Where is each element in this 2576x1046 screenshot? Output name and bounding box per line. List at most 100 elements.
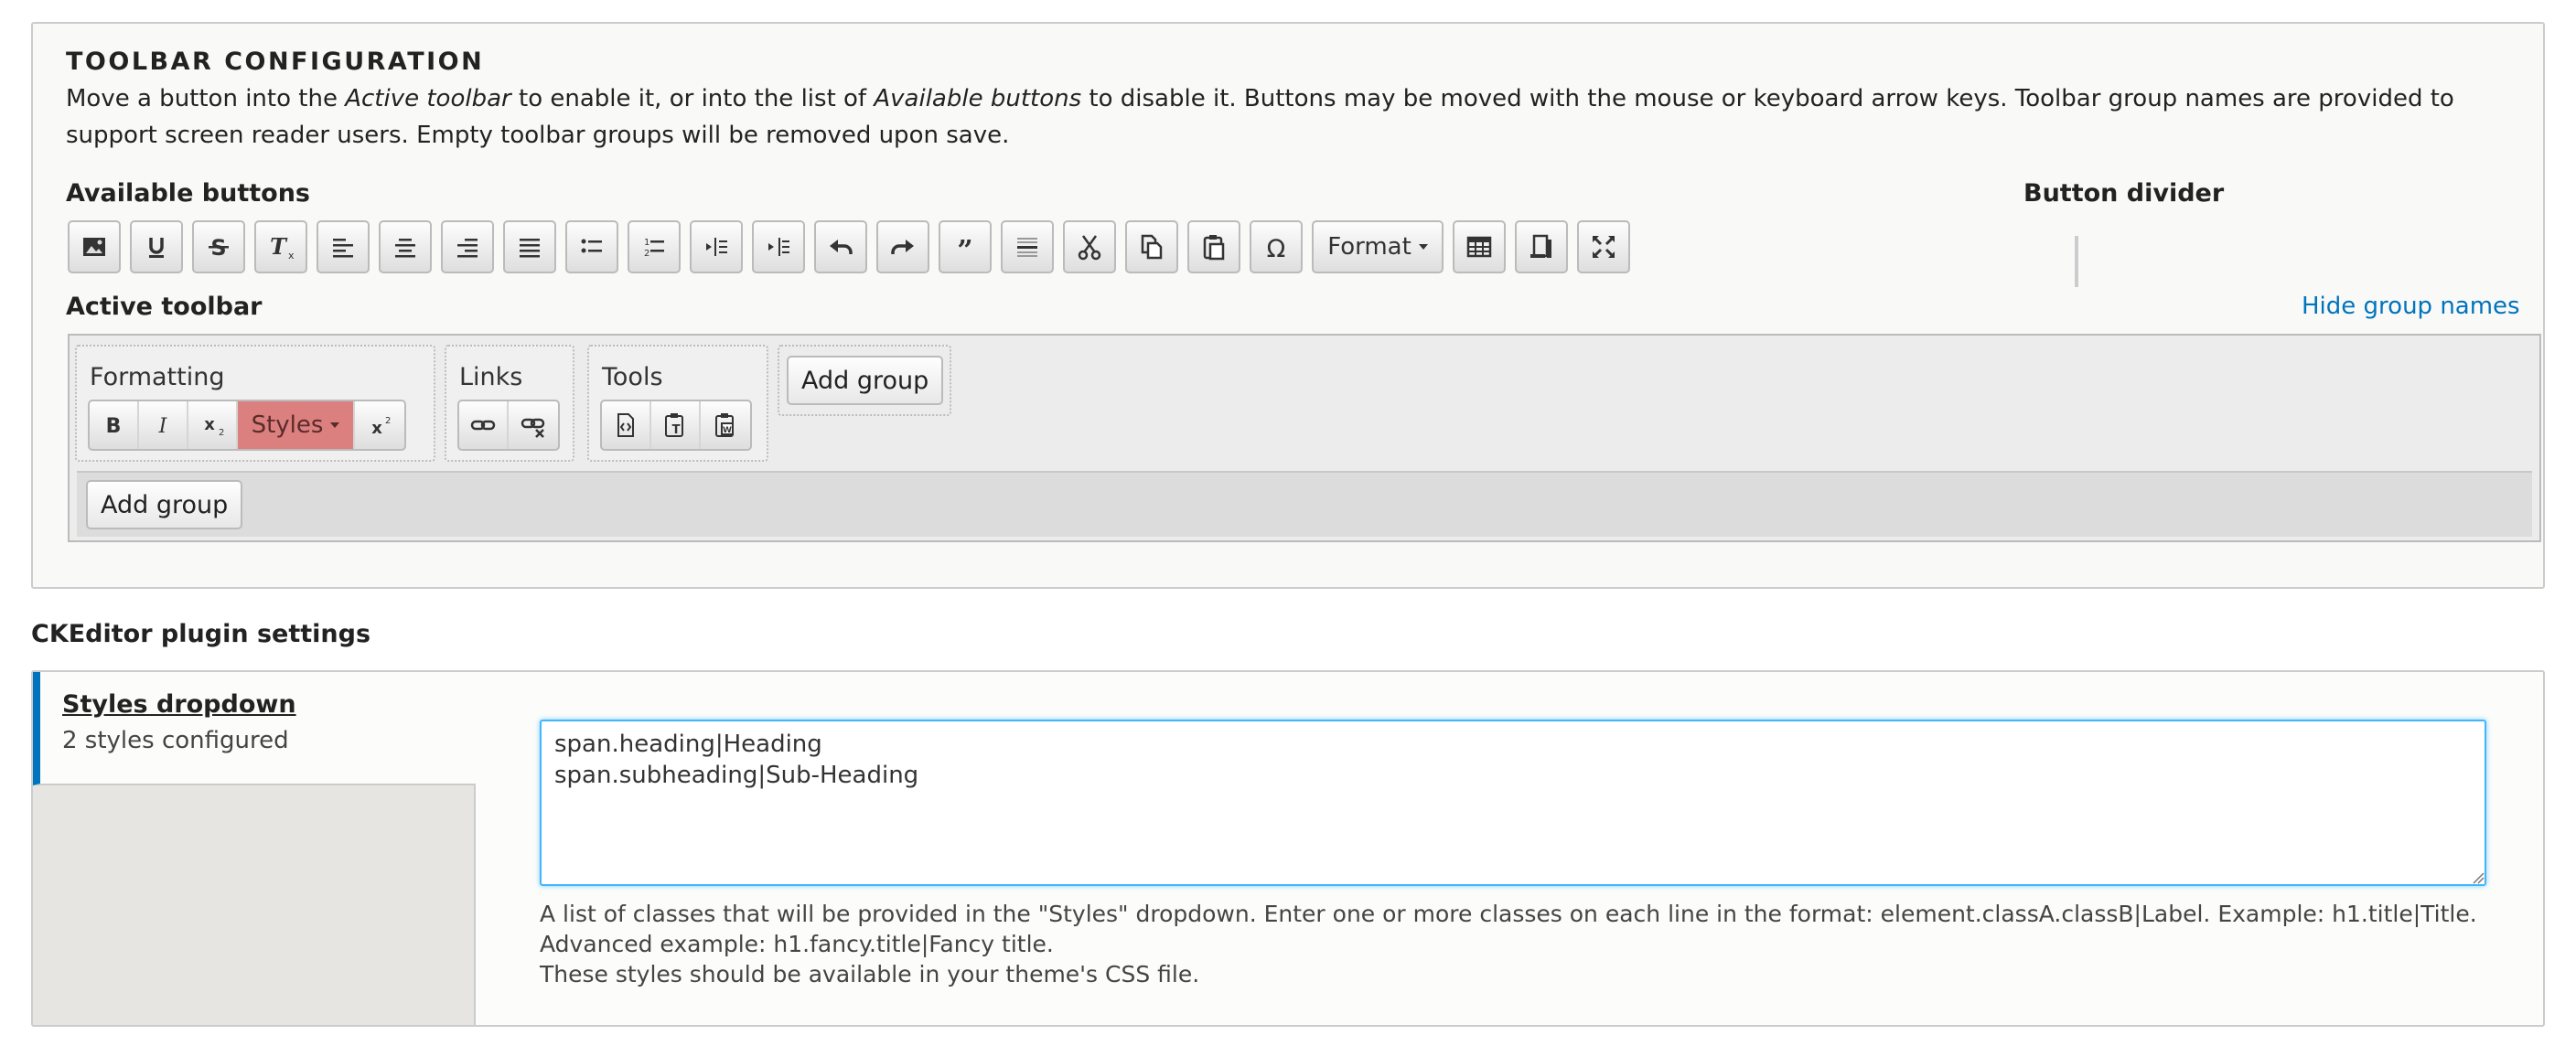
source-icon bbox=[617, 413, 634, 437]
resize-handle-icon[interactable] bbox=[2472, 871, 2485, 884]
toolbar-row-2: Add group bbox=[77, 471, 2532, 537]
styles-label: Styles bbox=[251, 411, 324, 439]
button-divider-handle[interactable] bbox=[2075, 236, 2078, 287]
table-icon bbox=[1466, 236, 1492, 258]
image-icon bbox=[83, 238, 105, 256]
vertical-tabs: Styles dropdown 2 styles configured bbox=[33, 672, 476, 1025]
group-buttons: B I x2 Styles x2 bbox=[88, 400, 406, 451]
group-buttons: T W bbox=[600, 400, 752, 451]
group-formatting[interactable]: Formatting B I x2 Styles x2 bbox=[75, 345, 435, 462]
svg-text:W: W bbox=[723, 426, 732, 435]
italic-button[interactable]: I bbox=[139, 401, 188, 449]
button-divider-label: Button divider bbox=[2023, 179, 2225, 208]
underline-icon bbox=[149, 238, 164, 258]
redo-icon bbox=[891, 240, 914, 254]
group-name: Formatting bbox=[90, 363, 225, 391]
paste-text-button[interactable]: T bbox=[651, 401, 701, 449]
remove-format-icon: Tx bbox=[270, 233, 295, 262]
caret-down-icon bbox=[330, 422, 340, 428]
source-button[interactable] bbox=[602, 401, 651, 449]
link-icon bbox=[470, 420, 496, 431]
tab-styles-dropdown[interactable]: Styles dropdown 2 styles configured bbox=[33, 672, 476, 785]
maximize-icon bbox=[1592, 235, 1615, 259]
horizontal-rule-button[interactable] bbox=[1001, 220, 1054, 273]
paste-word-button[interactable]: W bbox=[701, 401, 750, 449]
toolbar-description: Move a button into the Active toolbar to… bbox=[66, 85, 2454, 149]
align-justify-button[interactable] bbox=[503, 220, 556, 273]
horizontal-rule-icon bbox=[1017, 238, 1037, 257]
add-group-button[interactable]: Add group bbox=[86, 480, 243, 529]
copy-icon bbox=[1141, 234, 1163, 260]
svg-text:”: ” bbox=[957, 235, 972, 262]
image-button[interactable] bbox=[68, 220, 121, 273]
toolbar-configuration-fieldset: TOOLBAR CONFIGURATION Move a button into… bbox=[31, 22, 2545, 589]
add-group-button[interactable]: Add group bbox=[787, 356, 944, 405]
numbered-list-button[interactable]: 12 bbox=[628, 220, 681, 273]
svg-text:T: T bbox=[672, 423, 681, 437]
help-line: Advanced example: h1.fancy.title|Fancy t… bbox=[540, 931, 1054, 957]
cut-icon bbox=[1078, 235, 1101, 261]
align-right-icon bbox=[457, 239, 478, 258]
align-center-button[interactable] bbox=[379, 220, 432, 273]
align-justify-icon bbox=[520, 239, 540, 258]
hide-group-names-link[interactable]: Hide group names bbox=[2302, 293, 2520, 320]
bulleted-list-button[interactable] bbox=[565, 220, 618, 273]
svg-text:Ω: Ω bbox=[1267, 235, 1286, 262]
group-buttons bbox=[457, 400, 560, 451]
styles-help-text: A list of classes that will be provided … bbox=[540, 899, 2477, 989]
blockquote-button[interactable]: ” bbox=[939, 220, 992, 273]
svg-text:1: 1 bbox=[644, 238, 649, 248]
redo-button[interactable] bbox=[876, 220, 929, 273]
tab-title[interactable]: Styles dropdown bbox=[62, 690, 296, 719]
undo-icon bbox=[830, 240, 853, 254]
svg-text:2: 2 bbox=[385, 416, 391, 426]
indent-button[interactable] bbox=[752, 220, 805, 273]
svg-text:2: 2 bbox=[219, 428, 224, 438]
strikethrough-button[interactable]: S bbox=[192, 220, 245, 273]
undo-button[interactable] bbox=[814, 220, 867, 273]
caret-down-icon bbox=[1418, 244, 1428, 250]
unlink-icon bbox=[521, 418, 545, 438]
format-dropdown-button[interactable]: Format bbox=[1312, 220, 1444, 273]
group-links[interactable]: Links bbox=[445, 345, 574, 462]
svg-text:2: 2 bbox=[644, 249, 649, 259]
table-button[interactable] bbox=[1453, 220, 1506, 273]
superscript-button[interactable]: x2 bbox=[355, 401, 404, 449]
maximize-button[interactable] bbox=[1577, 220, 1630, 273]
link-button[interactable] bbox=[459, 401, 509, 449]
svg-text:x: x bbox=[204, 415, 215, 434]
fieldset-legend: TOOLBAR CONFIGURATION bbox=[66, 48, 485, 76]
format-label: Format bbox=[1327, 233, 1411, 261]
styles-dropdown-button[interactable]: Styles bbox=[238, 401, 355, 449]
svg-text:x: x bbox=[288, 250, 295, 262]
styles-textarea[interactable]: span.heading|Heading span.subheading|Sub… bbox=[540, 720, 2486, 886]
bulleted-list-icon bbox=[581, 239, 602, 253]
show-blocks-button[interactable] bbox=[1515, 220, 1568, 273]
available-buttons-list: S Tx 12 ” Ω Format bbox=[68, 220, 1639, 275]
cut-button[interactable] bbox=[1063, 220, 1116, 273]
align-right-button[interactable] bbox=[441, 220, 494, 273]
superscript-icon: x2 bbox=[371, 416, 391, 438]
bold-button[interactable]: B bbox=[90, 401, 139, 449]
strikethrough-icon: S bbox=[209, 235, 229, 261]
bold-icon: B bbox=[106, 415, 122, 438]
indent-icon bbox=[768, 238, 789, 256]
outdent-button[interactable] bbox=[690, 220, 743, 273]
blockquote-icon: ” bbox=[957, 235, 972, 262]
active-toolbar: Formatting B I x2 Styles x2 Links Tools … bbox=[68, 334, 2541, 542]
group-name: Tools bbox=[602, 363, 663, 391]
special-char-icon: Ω bbox=[1267, 235, 1286, 262]
align-left-icon bbox=[333, 239, 353, 258]
unlink-button[interactable] bbox=[509, 401, 558, 449]
remove-format-button[interactable]: Tx bbox=[254, 220, 307, 273]
special-char-button[interactable]: Ω bbox=[1250, 220, 1303, 273]
paste-button[interactable] bbox=[1187, 220, 1240, 273]
align-left-button[interactable] bbox=[317, 220, 370, 273]
group-name: Links bbox=[459, 363, 523, 391]
svg-text:I: I bbox=[158, 415, 168, 438]
subscript-button[interactable]: x2 bbox=[188, 401, 238, 449]
numbered-list-icon: 12 bbox=[644, 238, 664, 259]
copy-button[interactable] bbox=[1125, 220, 1178, 273]
underline-button[interactable] bbox=[130, 220, 183, 273]
group-tools[interactable]: Tools T W bbox=[587, 345, 768, 462]
